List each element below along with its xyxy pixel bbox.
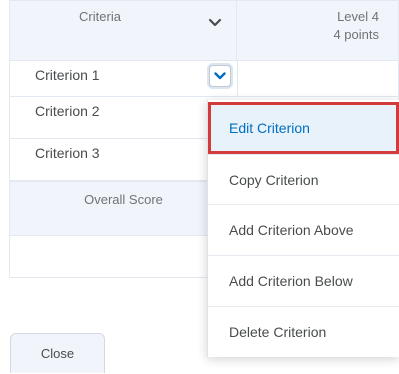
criteria-header-label: Criteria (79, 9, 121, 24)
delete-criterion-menu-item[interactable]: Delete Criterion (208, 306, 399, 356)
criterion-label: Criterion 3 (35, 145, 100, 161)
add-criterion-above-menu-item[interactable]: Add Criterion Above (208, 204, 399, 254)
add-criterion-below-menu-item[interactable]: Add Criterion Below (208, 255, 399, 305)
level-header: Level 4 4 points (236, 0, 399, 61)
criterion-label: Criterion 2 (35, 103, 100, 119)
copy-criterion-menu-item[interactable]: Copy Criterion (208, 154, 399, 204)
overall-score-label: Overall Score (84, 192, 163, 207)
criterion-menu-button[interactable] (209, 65, 231, 87)
criterion-label: Criterion 1 (35, 67, 100, 83)
criterion-row: Criterion 1 (9, 61, 399, 97)
criteria-header[interactable]: Criteria (9, 0, 237, 61)
close-button[interactable]: Close (10, 333, 105, 373)
column-divider (237, 61, 238, 96)
criterion-context-menu: Edit Criterion Copy Criterion Add Criter… (207, 100, 399, 357)
chevron-down-icon[interactable] (208, 15, 222, 27)
level-points: 4 points (333, 27, 379, 42)
level-name: Level 4 (337, 9, 379, 24)
edit-criterion-menu-item[interactable]: Edit Criterion (208, 102, 399, 154)
